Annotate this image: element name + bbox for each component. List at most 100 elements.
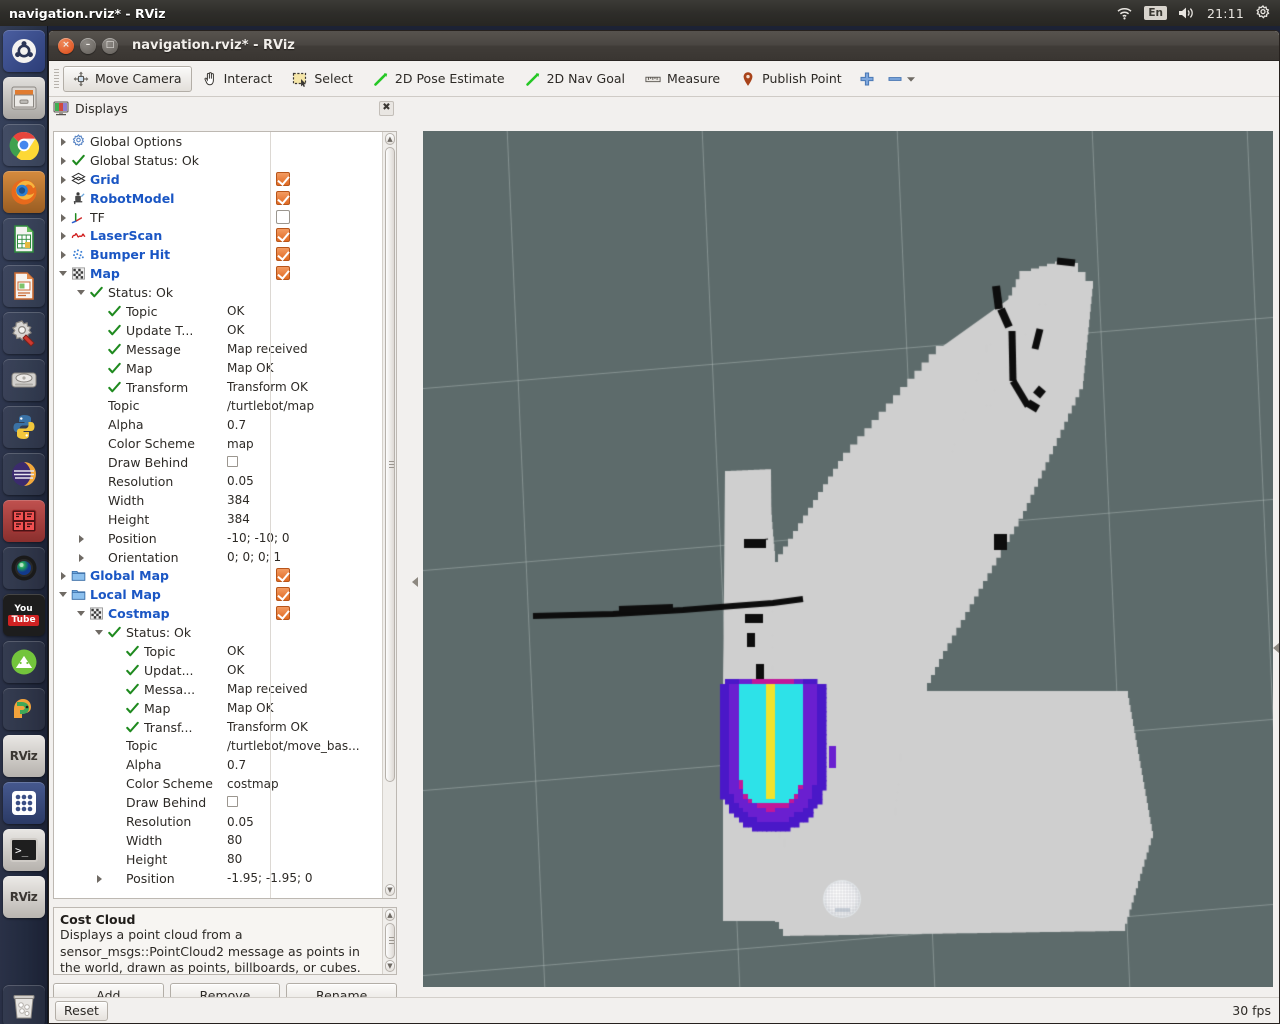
tree-row-value[interactable]: 80 — [219, 852, 383, 866]
display-enable-checkbox[interactable] — [276, 171, 290, 186]
tree-row-value[interactable]: Transform OK — [219, 380, 383, 394]
displays-panel-close-button[interactable]: ✖ — [379, 100, 394, 116]
add-tool-button[interactable] — [852, 66, 882, 92]
tool-2d-pose-estimate[interactable]: 2D Pose Estimate — [363, 66, 515, 92]
reset-button[interactable]: Reset — [55, 1000, 108, 1021]
display-tree-row[interactable]: Draw Behind — [54, 453, 383, 472]
display-tree-row[interactable]: Global Options — [54, 132, 383, 151]
tree-row-value[interactable]: map — [219, 437, 383, 451]
display-tree-row[interactable]: Map Map OK — [54, 359, 383, 378]
window-close-button[interactable]: × — [58, 37, 74, 54]
tree-row-value[interactable] — [219, 795, 383, 810]
tree-row-value[interactable]: Map received — [219, 682, 383, 696]
display-tree-row[interactable]: Grid — [54, 170, 383, 189]
tree-row-value[interactable]: OK — [219, 644, 383, 658]
tree-row-value[interactable]: Map OK — [219, 701, 383, 715]
expand-arrow-closed-icon[interactable] — [77, 553, 86, 562]
display-tree-row[interactable]: RobotModel — [54, 189, 383, 208]
tree-row-value[interactable]: 80 — [219, 833, 383, 847]
display-enable-checkbox[interactable] — [276, 266, 290, 281]
display-tree-row[interactable]: Resolution 0.05 — [54, 812, 383, 831]
launcher-apps-grid-icon[interactable] — [2, 782, 45, 824]
tree-row-value[interactable]: costmap — [219, 777, 383, 791]
display-tree-row[interactable]: Messa... Map received — [54, 680, 383, 699]
tree-row-value[interactable]: 384 — [219, 512, 383, 526]
property-checkbox[interactable] — [227, 455, 238, 467]
display-tree-row[interactable]: Position -10; -10; 0 — [54, 529, 383, 548]
display-enable-checkbox[interactable] — [276, 606, 290, 621]
display-enable-checkbox[interactable] — [276, 228, 290, 243]
display-tree-row[interactable]: Height 384 — [54, 510, 383, 529]
display-tree-row[interactable]: Width 80 — [54, 831, 383, 850]
expand-arrow-closed-icon[interactable] — [59, 175, 68, 184]
window-minimize-button[interactable]: – — [80, 37, 96, 54]
display-tree-row[interactable]: Width 384 — [54, 491, 383, 510]
scroll-up-button[interactable]: ▲ — [385, 133, 395, 145]
expand-arrow-closed-icon[interactable] — [59, 213, 68, 222]
launcher-eclipse-icon[interactable] — [2, 453, 45, 495]
keyboard-layout-indicator[interactable]: En — [1144, 6, 1167, 20]
display-enable-checkbox[interactable] — [276, 587, 290, 602]
gear-icon[interactable] — [1255, 5, 1271, 21]
expand-arrow-closed-icon[interactable] — [59, 156, 68, 165]
panel-splitter[interactable] — [409, 131, 423, 987]
launcher-rviz-icon-2[interactable]: RViz — [2, 876, 45, 918]
launcher-trash-icon[interactable] — [3, 985, 45, 1024]
clock[interactable]: 21:11 — [1207, 6, 1244, 21]
chevron-down-icon[interactable] — [906, 74, 916, 84]
display-tree-row[interactable]: Global Status: Ok — [54, 151, 383, 170]
tool-interact[interactable]: Interact — [192, 66, 283, 92]
display-tree-row[interactable]: Map — [54, 264, 383, 283]
display-enable-checkbox[interactable] — [276, 190, 290, 205]
scrollbar-thumb[interactable] — [385, 147, 395, 782]
help-scrollbar-thumb[interactable] — [385, 923, 395, 959]
help-scroll-up-button[interactable]: ▲ — [385, 909, 395, 921]
launcher-system-settings-icon[interactable] — [2, 312, 45, 354]
launcher-files-icon[interactable] — [2, 77, 45, 119]
tool-publish-point[interactable]: Publish Point — [730, 66, 852, 92]
expand-arrow-closed-icon[interactable] — [59, 231, 68, 241]
display-enable-checkbox[interactable] — [276, 209, 290, 224]
tree-vertical-scrollbar[interactable]: ▲ ▼ — [382, 132, 396, 898]
tree-row-value[interactable] — [219, 455, 383, 470]
launcher-android-studio-icon[interactable] — [2, 641, 45, 683]
tree-row-value[interactable]: 0.05 — [219, 474, 383, 488]
display-tree-row[interactable]: Status: Ok — [54, 623, 383, 642]
display-enable-checkbox[interactable] — [276, 568, 290, 583]
tree-row-value[interactable]: 0; 0; 0; 1 — [219, 550, 383, 564]
launcher-pycharm-icon[interactable] — [2, 688, 45, 730]
tool-measure[interactable]: Measure — [635, 66, 730, 92]
tree-row-value[interactable]: Map OK — [219, 361, 383, 375]
display-tree-row[interactable]: Position -1.95; -1.95; 0 — [54, 869, 383, 888]
tree-row-value[interactable]: 384 — [219, 493, 383, 507]
expand-arrow-closed-icon[interactable] — [77, 534, 86, 543]
tool-select[interactable]: Select — [282, 66, 363, 92]
launcher-chrome-icon[interactable] — [2, 124, 45, 166]
expand-arrow-closed-icon[interactable] — [95, 874, 104, 883]
display-tree-row[interactable]: Color Scheme map — [54, 434, 383, 453]
expand-arrow-open-icon[interactable] — [77, 288, 86, 297]
display-tree-row[interactable]: Transform Transform OK — [54, 378, 383, 397]
right-splitter[interactable] — [1273, 131, 1279, 987]
volume-icon[interactable] — [1178, 6, 1196, 20]
display-tree-row[interactable]: Alpha 0.7 — [54, 415, 383, 434]
expand-arrow-open-icon[interactable] — [95, 628, 104, 637]
help-vertical-scrollbar[interactable]: ▲ ▼ — [382, 908, 396, 974]
display-tree-row[interactable]: Draw Behind — [54, 793, 383, 812]
wifi-icon[interactable] — [1116, 6, 1133, 20]
render-view-3d[interactable] — [423, 131, 1273, 987]
toolbar-grip[interactable] — [53, 68, 60, 89]
tree-row-value[interactable]: /turtlebot/move_bas... — [219, 739, 383, 753]
expand-arrow-closed-icon[interactable] — [59, 194, 68, 203]
tree-row-value[interactable]: 0.05 — [219, 815, 383, 829]
help-scroll-down-button[interactable]: ▼ — [385, 960, 395, 972]
tree-row-value[interactable]: Map received — [219, 342, 383, 356]
tree-row-value[interactable]: Transform OK — [219, 720, 383, 734]
launcher-matlab-icon[interactable] — [2, 500, 45, 542]
display-tree-row[interactable]: Topic OK — [54, 302, 383, 321]
expand-arrow-open-icon[interactable] — [77, 609, 86, 618]
display-tree-row[interactable]: Resolution 0.05 — [54, 472, 383, 491]
display-tree-row[interactable]: Orientation 0; 0; 0; 1 — [54, 548, 383, 567]
display-tree-row[interactable]: Local Map — [54, 585, 383, 604]
tree-row-value[interactable]: OK — [219, 323, 383, 337]
